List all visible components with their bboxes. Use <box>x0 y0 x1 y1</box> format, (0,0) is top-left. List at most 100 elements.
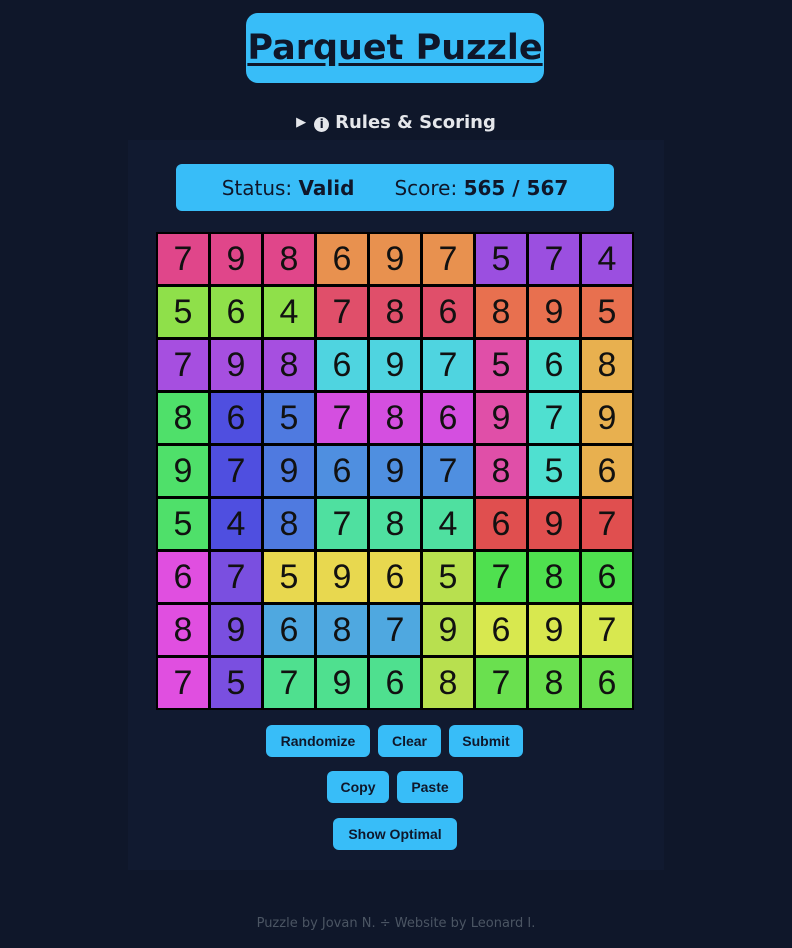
grid-cell[interactable]: 5 <box>529 446 579 496</box>
grid-cell[interactable]: 6 <box>582 552 632 602</box>
grid-cell[interactable]: 9 <box>529 499 579 549</box>
grid-cell[interactable]: 6 <box>476 605 526 655</box>
grid-cell[interactable]: 6 <box>423 393 473 443</box>
grid-cell[interactable]: 7 <box>582 499 632 549</box>
grid-cell[interactable]: 6 <box>529 340 579 390</box>
grid-cell[interactable]: 8 <box>264 234 314 284</box>
grid-cell[interactable]: 8 <box>476 446 526 496</box>
show-optimal-button[interactable]: Show Optimal <box>333 818 457 850</box>
grid-cell[interactable]: 7 <box>317 393 367 443</box>
grid-cell[interactable]: 7 <box>317 287 367 337</box>
rules-toggle[interactable]: ▶ i Rules & Scoring <box>0 112 792 133</box>
grid-cell[interactable]: 6 <box>582 658 632 708</box>
grid-cell[interactable]: 6 <box>264 605 314 655</box>
title-box: Parquet Puzzle <box>246 13 544 83</box>
page-title[interactable]: Parquet Puzzle <box>247 28 542 68</box>
grid-cell[interactable]: 9 <box>317 658 367 708</box>
clear-button[interactable]: Clear <box>378 725 441 757</box>
rules-label: Rules & Scoring <box>335 112 496 133</box>
grid-cell[interactable]: 6 <box>317 446 367 496</box>
grid-cell[interactable]: 6 <box>423 287 473 337</box>
grid-cell[interactable]: 7 <box>423 234 473 284</box>
copy-button[interactable]: Copy <box>327 771 389 803</box>
puzzle-grid: 7986975745647868957986975688657869799796… <box>156 232 634 710</box>
grid-cell[interactable]: 7 <box>211 446 261 496</box>
grid-cell[interactable]: 7 <box>529 234 579 284</box>
grid-cell[interactable]: 6 <box>317 234 367 284</box>
grid-cell[interactable]: 7 <box>158 658 208 708</box>
grid-cell[interactable]: 9 <box>211 234 261 284</box>
grid-cell[interactable]: 5 <box>582 287 632 337</box>
grid-cell[interactable]: 8 <box>158 393 208 443</box>
grid-cell[interactable]: 8 <box>582 340 632 390</box>
grid-cell[interactable]: 6 <box>317 340 367 390</box>
grid-cell[interactable]: 5 <box>476 340 526 390</box>
grid-cell[interactable]: 4 <box>211 499 261 549</box>
grid-cell[interactable]: 4 <box>264 287 314 337</box>
grid-cell[interactable]: 9 <box>582 393 632 443</box>
grid-cell[interactable]: 7 <box>158 340 208 390</box>
grid-cell[interactable]: 7 <box>582 605 632 655</box>
grid-cell[interactable]: 6 <box>370 658 420 708</box>
grid-cell[interactable]: 8 <box>423 658 473 708</box>
grid-cell[interactable]: 6 <box>582 446 632 496</box>
submit-button[interactable]: Submit <box>449 725 523 757</box>
grid-cell[interactable]: 7 <box>423 340 473 390</box>
status-label: Status: <box>221 175 293 200</box>
grid-cell[interactable]: 5 <box>211 658 261 708</box>
grid-cell[interactable]: 9 <box>370 446 420 496</box>
grid-cell[interactable]: 5 <box>158 499 208 549</box>
grid-cell[interactable]: 7 <box>529 393 579 443</box>
grid-cell[interactable]: 9 <box>476 393 526 443</box>
grid-cell[interactable]: 9 <box>158 446 208 496</box>
grid-cell[interactable]: 4 <box>423 499 473 549</box>
grid-cell[interactable]: 9 <box>211 340 261 390</box>
grid-cell[interactable]: 9 <box>264 446 314 496</box>
grid-cell[interactable]: 8 <box>529 658 579 708</box>
grid-cell[interactable]: 5 <box>476 234 526 284</box>
grid-cell[interactable]: 6 <box>158 552 208 602</box>
grid-cell[interactable]: 5 <box>264 393 314 443</box>
grid-cell[interactable]: 9 <box>529 605 579 655</box>
footer-credits: Puzzle by Jovan N. ÷ Website by Leonard … <box>256 916 536 931</box>
grid-cell[interactable]: 7 <box>423 446 473 496</box>
grid-cell[interactable]: 8 <box>476 287 526 337</box>
grid-cell[interactable]: 6 <box>476 499 526 549</box>
paste-button[interactable]: Paste <box>397 771 463 803</box>
grid-cell[interactable]: 6 <box>370 552 420 602</box>
grid-cell[interactable]: 7 <box>264 658 314 708</box>
score-text: Score: 565 / 567 <box>394 176 568 200</box>
grid-cell[interactable]: 5 <box>158 287 208 337</box>
grid-cell[interactable]: 7 <box>317 499 367 549</box>
grid-cell[interactable]: 7 <box>370 605 420 655</box>
grid-cell[interactable]: 9 <box>211 605 261 655</box>
grid-cell[interactable]: 8 <box>529 552 579 602</box>
grid-cell[interactable]: 4 <box>582 234 632 284</box>
status-text: Status: Valid <box>222 176 355 200</box>
grid-cell[interactable]: 6 <box>211 287 261 337</box>
score-label: Score: <box>394 175 458 200</box>
grid-cell[interactable]: 5 <box>264 552 314 602</box>
grid-cell[interactable]: 5 <box>423 552 473 602</box>
disclosure-triangle-icon: ▶ <box>296 115 307 130</box>
status-value: Valid <box>298 175 355 200</box>
grid-cell[interactable]: 9 <box>317 552 367 602</box>
score-value: 565 / 567 <box>463 175 569 200</box>
grid-cell[interactable]: 9 <box>370 234 420 284</box>
grid-cell[interactable]: 7 <box>476 658 526 708</box>
grid-cell[interactable]: 8 <box>370 393 420 443</box>
grid-cell[interactable]: 8 <box>264 499 314 549</box>
randomize-button[interactable]: Randomize <box>266 725 370 757</box>
grid-cell[interactable]: 6 <box>211 393 261 443</box>
grid-cell[interactable]: 9 <box>370 340 420 390</box>
grid-cell[interactable]: 8 <box>317 605 367 655</box>
grid-cell[interactable]: 8 <box>264 340 314 390</box>
grid-cell[interactable]: 7 <box>211 552 261 602</box>
grid-cell[interactable]: 8 <box>158 605 208 655</box>
grid-cell[interactable]: 7 <box>158 234 208 284</box>
grid-cell[interactable]: 9 <box>529 287 579 337</box>
grid-cell[interactable]: 8 <box>370 499 420 549</box>
grid-cell[interactable]: 8 <box>370 287 420 337</box>
grid-cell[interactable]: 9 <box>423 605 473 655</box>
grid-cell[interactable]: 7 <box>476 552 526 602</box>
